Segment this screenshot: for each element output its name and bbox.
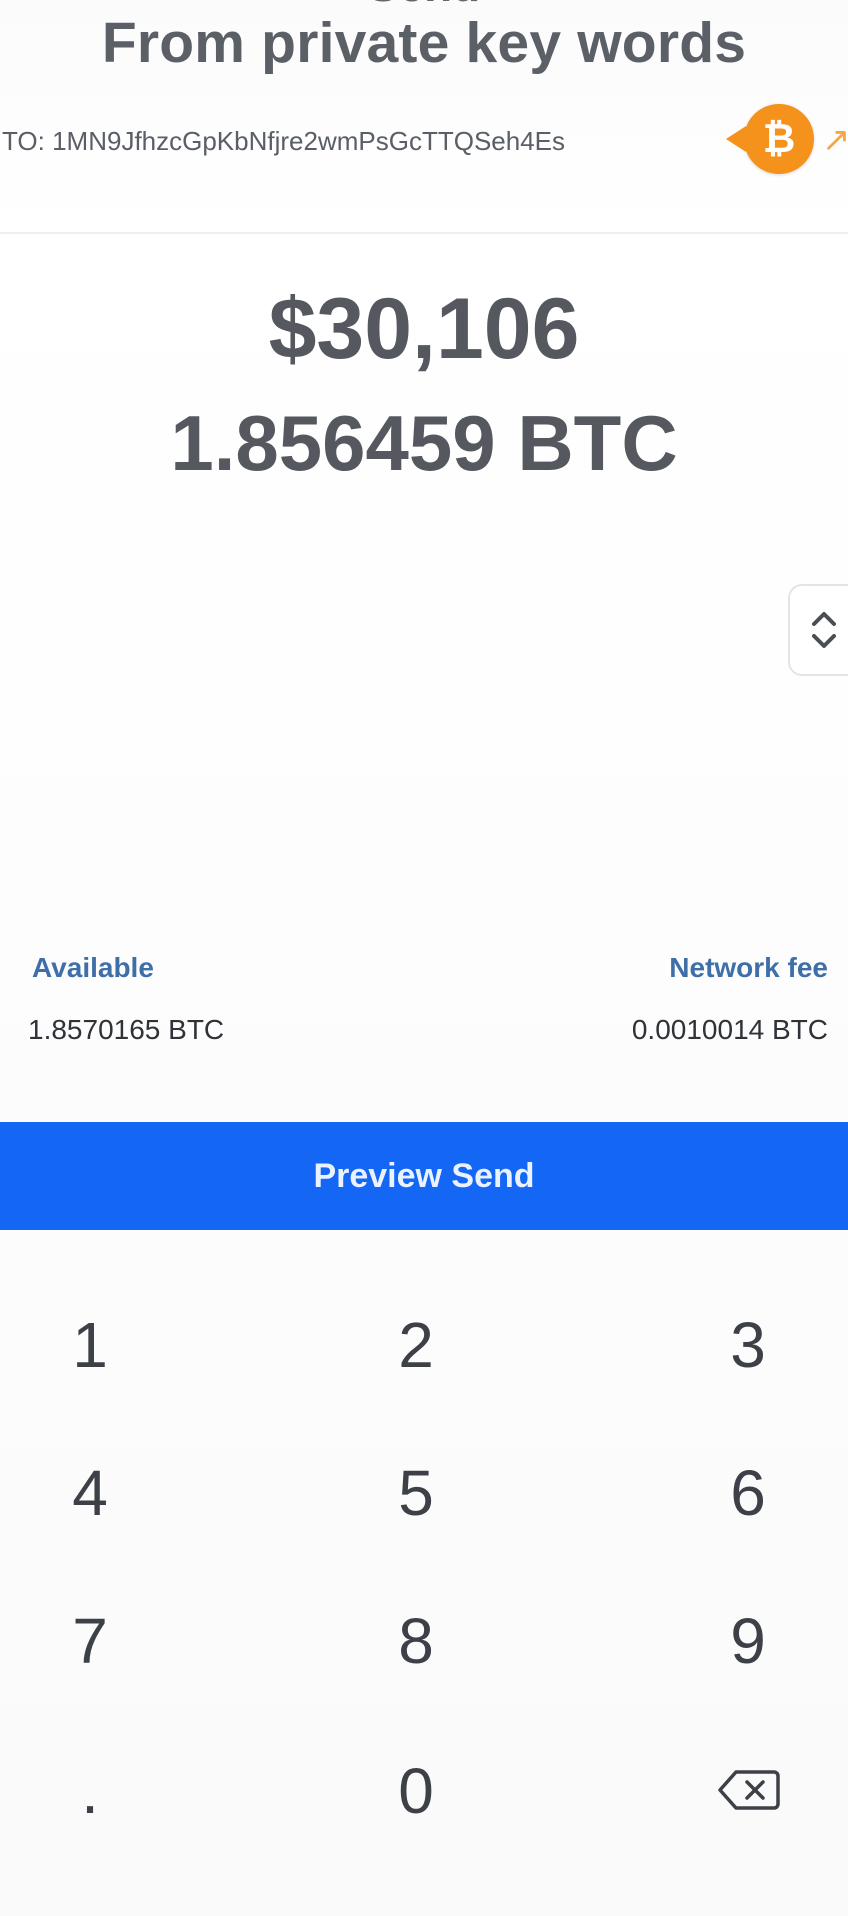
arrow-up-right-icon: ↗: [822, 121, 848, 159]
available-label: Available: [32, 952, 154, 983]
recipient-row[interactable]: TO: 1MN9JfhzcGpKbNfjre2wmPsGcTTQSeh4Es: [0, 116, 848, 170]
key-2[interactable]: 2: [326, 1290, 506, 1400]
network-fee-label: Network fee: [669, 952, 828, 983]
bitcoin-icon: ₿: [726, 104, 814, 174]
available-value: 1.8570165 BTC: [28, 1014, 225, 1045]
key-9[interactable]: 9: [658, 1586, 838, 1696]
crypto-amount: 1.856459 BTC: [170, 399, 678, 487]
fiat-amount: $30,106: [268, 281, 580, 377]
key-7[interactable]: 7: [0, 1586, 180, 1696]
send-screen: Send From private key words TO: 1MN9Jfhz…: [0, 0, 848, 1916]
key-backspace[interactable]: [658, 1736, 838, 1846]
key-1[interactable]: 1: [0, 1290, 180, 1400]
preview-send-button[interactable]: Preview Send: [0, 1122, 848, 1230]
page-subtitle: From private key words: [101, 11, 747, 75]
recipient-address: TO: 1MN9JfhzcGpKbNfjre2wmPsGcTTQSeh4Es: [2, 126, 566, 156]
key-4[interactable]: 4: [0, 1438, 180, 1548]
key-3[interactable]: 3: [658, 1290, 838, 1400]
key-6[interactable]: 6: [658, 1438, 838, 1548]
key-0[interactable]: 0: [326, 1736, 506, 1846]
key-8[interactable]: 8: [326, 1586, 506, 1696]
key-decimal[interactable]: .: [0, 1736, 180, 1846]
key-5[interactable]: 5: [326, 1438, 506, 1548]
currency-swap-button[interactable]: [788, 584, 848, 676]
chevron-up-down-icon: [812, 612, 836, 648]
divider: [0, 232, 848, 234]
network-fee-value: 0.0010014 BTC: [631, 1014, 828, 1045]
backspace-icon: [718, 1770, 780, 1810]
